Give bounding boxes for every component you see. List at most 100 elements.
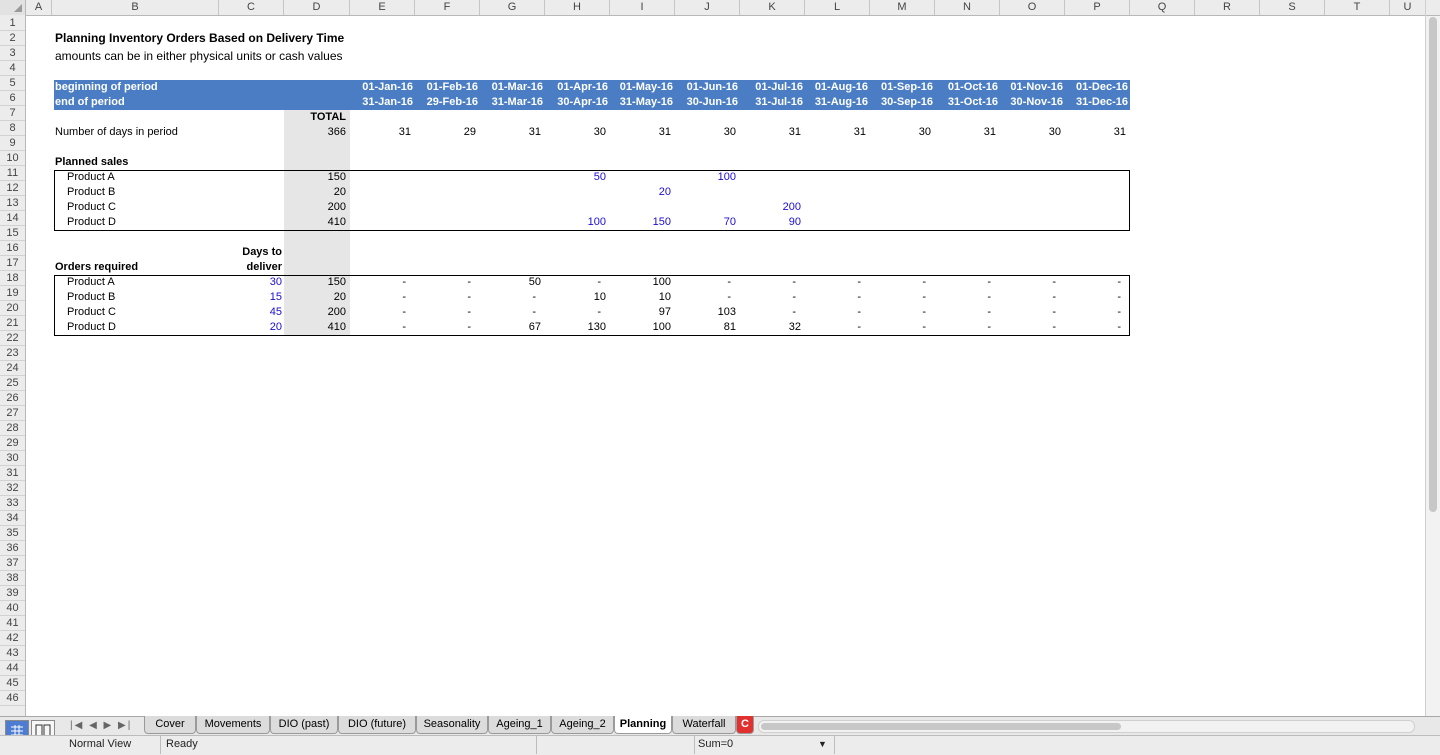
- column-header-F[interactable]: F: [415, 0, 480, 15]
- planned-sales-value[interactable]: 100: [545, 215, 606, 230]
- end-of-period-label[interactable]: end of period: [55, 95, 125, 110]
- row-header-15[interactable]: 15: [0, 226, 25, 241]
- orders-value[interactable]: -: [1065, 320, 1121, 335]
- row-header-33[interactable]: 33: [0, 496, 25, 511]
- days-to-deliver-value[interactable]: 45: [219, 305, 282, 320]
- column-header-R[interactable]: R: [1195, 0, 1260, 15]
- days-to-deliver-value[interactable]: 15: [219, 290, 282, 305]
- period-end-date[interactable]: 31-Jan-16: [350, 95, 413, 110]
- row-header-13[interactable]: 13: [0, 196, 25, 211]
- period-end-date[interactable]: 31-May-16: [610, 95, 673, 110]
- orders-value[interactable]: 100: [610, 320, 671, 335]
- orders-value[interactable]: -: [1065, 290, 1121, 305]
- column-header-S[interactable]: S: [1260, 0, 1325, 15]
- orders-value[interactable]: 100: [610, 275, 671, 290]
- row-header-17[interactable]: 17: [0, 256, 25, 271]
- select-all-corner[interactable]: [0, 0, 26, 15]
- period-end-date[interactable]: 31-Jul-16: [740, 95, 803, 110]
- column-header-Q[interactable]: Q: [1130, 0, 1195, 15]
- worksheet-grid[interactable]: Planning Inventory Orders Based on Deliv…: [26, 16, 1425, 716]
- days-total[interactable]: 366: [284, 125, 346, 140]
- orders-value[interactable]: 67: [480, 320, 541, 335]
- orders-value[interactable]: 10: [610, 290, 671, 305]
- column-header-T[interactable]: T: [1325, 0, 1390, 15]
- column-header-G[interactable]: G: [480, 0, 545, 15]
- row-header-5[interactable]: 5: [0, 76, 25, 91]
- orders-product-label[interactable]: Product C: [67, 305, 217, 320]
- row-header-29[interactable]: 29: [0, 436, 25, 451]
- period-end-date[interactable]: 31-Dec-16: [1065, 95, 1128, 110]
- orders-value[interactable]: -: [415, 275, 471, 290]
- orders-total[interactable]: 150: [284, 275, 346, 290]
- orders-total[interactable]: 200: [284, 305, 346, 320]
- row-header-41[interactable]: 41: [0, 616, 25, 631]
- period-begin-date[interactable]: 01-Jun-16: [675, 80, 738, 95]
- days-in-period-value[interactable]: 31: [350, 125, 411, 140]
- orders-value[interactable]: -: [545, 305, 601, 320]
- row-header-27[interactable]: 27: [0, 406, 25, 421]
- days-in-period-value[interactable]: 31: [480, 125, 541, 140]
- orders-value[interactable]: -: [675, 290, 731, 305]
- planned-sales-total[interactable]: 200: [284, 200, 346, 215]
- planned-sales-value[interactable]: 50: [545, 170, 606, 185]
- row-header-10[interactable]: 10: [0, 151, 25, 166]
- orders-value[interactable]: -: [1000, 275, 1056, 290]
- tab-partial[interactable]: C: [736, 716, 754, 734]
- orders-value[interactable]: -: [1000, 305, 1056, 320]
- period-end-date[interactable]: 30-Jun-16: [675, 95, 738, 110]
- tab-movements[interactable]: Movements: [196, 716, 270, 734]
- row-header-1[interactable]: 1: [0, 16, 25, 31]
- column-header-D[interactable]: D: [284, 0, 350, 15]
- status-sum[interactable]: Sum=0: [698, 736, 733, 754]
- row-header-14[interactable]: 14: [0, 211, 25, 226]
- row-header-16[interactable]: 16: [0, 241, 25, 256]
- row-header-42[interactable]: 42: [0, 631, 25, 646]
- planned-sales-product-label[interactable]: Product B: [67, 185, 217, 200]
- orders-value[interactable]: -: [805, 275, 861, 290]
- orders-value[interactable]: -: [415, 290, 471, 305]
- row-header-21[interactable]: 21: [0, 316, 25, 331]
- planned-sales-value[interactable]: 150: [610, 215, 671, 230]
- days-in-period-value[interactable]: 30: [545, 125, 606, 140]
- column-header-H[interactable]: H: [545, 0, 610, 15]
- days-in-period-value[interactable]: 30: [870, 125, 931, 140]
- row-header-7[interactable]: 7: [0, 106, 25, 121]
- row-header-36[interactable]: 36: [0, 541, 25, 556]
- days-in-period-value[interactable]: 29: [415, 125, 476, 140]
- tab-waterfall[interactable]: Waterfall: [672, 716, 736, 734]
- orders-value[interactable]: -: [480, 290, 536, 305]
- planned-sales-product-label[interactable]: Product D: [67, 215, 217, 230]
- period-end-date[interactable]: 31-Aug-16: [805, 95, 868, 110]
- orders-value[interactable]: -: [935, 305, 991, 320]
- days-in-period-value[interactable]: 31: [935, 125, 996, 140]
- sheet-subtitle[interactable]: amounts can be in either physical units …: [55, 49, 343, 64]
- orders-value[interactable]: 103: [675, 305, 736, 320]
- planned-sales-product-label[interactable]: Product C: [67, 200, 217, 215]
- row-header-39[interactable]: 39: [0, 586, 25, 601]
- orders-value[interactable]: -: [350, 305, 406, 320]
- tab-ageing-1[interactable]: Ageing_1: [488, 716, 551, 734]
- tab-dio-future[interactable]: DIO (future): [338, 716, 416, 734]
- orders-value[interactable]: -: [350, 320, 406, 335]
- orders-product-label[interactable]: Product A: [67, 275, 217, 290]
- row-header-4[interactable]: 4: [0, 61, 25, 76]
- planned-sales-value[interactable]: 70: [675, 215, 736, 230]
- orders-value[interactable]: -: [870, 290, 926, 305]
- orders-value[interactable]: -: [1065, 305, 1121, 320]
- period-end-date[interactable]: 30-Apr-16: [545, 95, 608, 110]
- period-begin-date[interactable]: 01-Feb-16: [415, 80, 478, 95]
- period-begin-date[interactable]: 01-Mar-16: [480, 80, 543, 95]
- orders-value[interactable]: -: [805, 290, 861, 305]
- row-header-22[interactable]: 22: [0, 331, 25, 346]
- vertical-scrollbar[interactable]: [1425, 0, 1440, 716]
- orders-value[interactable]: -: [870, 275, 926, 290]
- row-header-23[interactable]: 23: [0, 346, 25, 361]
- days-in-period-label[interactable]: Number of days in period: [55, 125, 178, 140]
- tab-ageing-2[interactable]: Ageing_2: [551, 716, 614, 734]
- row-header-9[interactable]: 9: [0, 136, 25, 151]
- orders-value[interactable]: 10: [545, 290, 606, 305]
- planned-sales-product-label[interactable]: Product A: [67, 170, 217, 185]
- orders-value[interactable]: -: [870, 320, 926, 335]
- days-in-period-value[interactable]: 30: [1000, 125, 1061, 140]
- total-header[interactable]: TOTAL: [284, 110, 346, 125]
